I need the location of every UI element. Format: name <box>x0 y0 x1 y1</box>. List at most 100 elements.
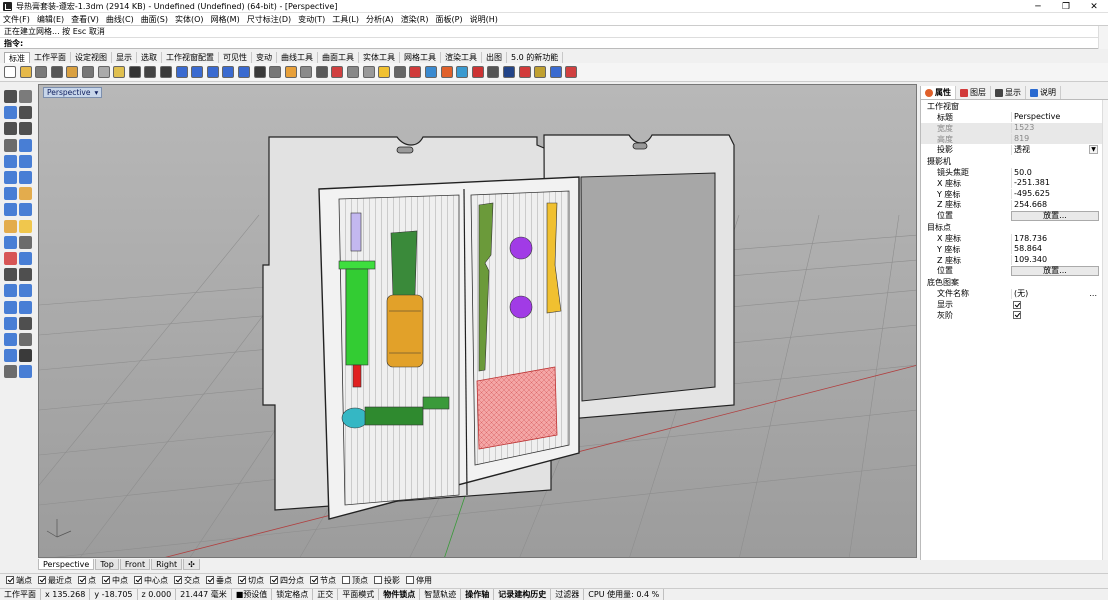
menu-item[interactable]: 曲面(S) <box>141 14 168 25</box>
show-icon[interactable] <box>425 66 438 78</box>
osnap-checkbox[interactable] <box>174 576 182 584</box>
toolbar-tab[interactable]: 选取 <box>137 52 162 63</box>
perspective-viewport[interactable]: Perspective ▾ <box>38 84 917 558</box>
box-icon[interactable] <box>4 187 17 201</box>
osnap-2[interactable]: 点 <box>78 575 96 586</box>
toolbar-tab[interactable]: 5.0 的新功能 <box>507 52 564 63</box>
toolbar-tab[interactable]: 渲染工具 <box>441 52 482 63</box>
grayscale-checkbox[interactable] <box>1013 311 1021 320</box>
osnap-checkbox[interactable] <box>270 576 278 584</box>
render-tool-icon[interactable] <box>4 365 17 379</box>
settings-gear-icon[interactable] <box>534 66 547 78</box>
status-item[interactable]: 正交 <box>313 588 339 600</box>
osnap-8[interactable]: 四分点 <box>270 575 304 586</box>
rectangle-icon[interactable] <box>4 138 17 152</box>
osnap-checkbox[interactable] <box>38 576 46 584</box>
filename-value[interactable]: (无)... <box>1011 288 1099 299</box>
menu-item[interactable]: 网格(M) <box>211 14 240 25</box>
osnap-checkbox[interactable] <box>78 576 86 584</box>
toolbar-tab[interactable]: 网格工具 <box>400 52 441 63</box>
tab-properties[interactable]: 属性 <box>921 86 956 99</box>
trim-icon[interactable] <box>4 268 17 282</box>
toolbar-tab[interactable]: 工作视窗配置 <box>162 52 219 63</box>
loft-icon[interactable] <box>19 203 32 217</box>
osnap-4[interactable]: 中心点 <box>134 575 168 586</box>
osnap-1[interactable]: 最近点 <box>38 575 72 586</box>
shade-sphere-icon[interactable] <box>487 66 500 78</box>
menu-item[interactable]: 曲线(C) <box>106 14 134 25</box>
projection-select[interactable]: 透视 ▼ <box>1011 144 1099 155</box>
curve-icon[interactable] <box>362 66 375 78</box>
zoom-icon[interactable] <box>175 66 188 78</box>
point-icon[interactable] <box>19 90 32 103</box>
close-button[interactable]: ✕ <box>1080 0 1108 13</box>
toolbar-tab[interactable]: 设定视图 <box>71 52 112 63</box>
save-icon[interactable] <box>35 66 48 78</box>
status-item[interactable]: 物件锁点 <box>379 588 421 600</box>
sphere-icon[interactable] <box>19 187 32 201</box>
text-icon[interactable] <box>4 284 17 298</box>
osnap-11[interactable]: 投影 <box>374 575 400 586</box>
camera-y-value[interactable]: -495.625 <box>1011 189 1099 200</box>
status-item[interactable]: CPU 使用量: 0.4 % <box>584 588 665 600</box>
material-icon[interactable] <box>440 66 453 78</box>
texture-icon[interactable] <box>518 66 531 78</box>
layer-icon[interactable] <box>284 66 297 78</box>
target-z-value[interactable]: 109.340 <box>1011 255 1099 266</box>
copy-tool-icon[interactable] <box>19 300 32 314</box>
split-icon[interactable] <box>19 268 32 282</box>
viewport-tab[interactable]: Right <box>151 558 183 570</box>
cut-icon[interactable] <box>81 66 94 78</box>
osnap-0[interactable]: 端点 <box>6 575 32 586</box>
tab-layers[interactable]: 图层 <box>956 86 991 99</box>
options-icon[interactable] <box>565 66 578 78</box>
command-scrollbar[interactable] <box>1098 26 1108 49</box>
group-icon[interactable] <box>19 365 32 379</box>
undo-icon[interactable] <box>128 66 141 78</box>
extrude-icon[interactable] <box>19 171 32 184</box>
toolbar-tab[interactable]: 实体工具 <box>359 52 400 63</box>
restore-button[interactable]: ❐ <box>1052 0 1080 13</box>
ellipse-icon[interactable] <box>19 138 32 152</box>
menu-item[interactable]: 尺寸标注(D) <box>247 14 291 25</box>
osnap-5[interactable]: 交点 <box>174 575 200 586</box>
menu-item[interactable]: 分析(A) <box>366 14 394 25</box>
arc-icon[interactable] <box>19 122 32 136</box>
osnap-checkbox[interactable] <box>238 576 246 584</box>
polygon-icon[interactable] <box>4 154 17 168</box>
menu-item[interactable]: 查看(V) <box>71 14 99 25</box>
select-arrow-icon[interactable] <box>4 90 17 103</box>
viewport-tab[interactable]: Top <box>95 558 119 570</box>
menu-item[interactable]: 编辑(E) <box>37 14 64 25</box>
command-prompt[interactable]: 指令: <box>0 37 1108 48</box>
explode-icon[interactable] <box>4 252 17 265</box>
panel-scrollbar[interactable] <box>1102 100 1108 560</box>
osnap-10[interactable]: 顶点 <box>342 575 368 586</box>
osnap-checkbox[interactable] <box>310 576 318 584</box>
camera-x-value[interactable]: -251.381 <box>1011 178 1099 189</box>
osnap-12[interactable]: 停用 <box>406 575 432 586</box>
osnap-checkbox[interactable] <box>206 576 214 584</box>
rendered-icon[interactable] <box>503 66 515 78</box>
minimize-button[interactable]: ─ <box>1024 0 1052 13</box>
menu-item[interactable]: 变动(T) <box>298 14 325 25</box>
new-file-icon[interactable] <box>4 66 16 78</box>
target-x-value[interactable]: 178.736 <box>1011 233 1099 244</box>
osnap-3[interactable]: 中点 <box>102 575 128 586</box>
scale-icon[interactable] <box>19 316 32 330</box>
mirror-icon[interactable] <box>19 333 32 346</box>
target-y-value[interactable]: 58.864 <box>1011 244 1099 255</box>
help-icon[interactable] <box>549 66 562 78</box>
toolbar-tab[interactable]: 显示 <box>112 52 137 63</box>
import-icon[interactable] <box>66 66 79 78</box>
viewport-tab[interactable]: Front <box>119 558 151 570</box>
title-value[interactable]: Perspective <box>1011 112 1099 123</box>
open-icon[interactable] <box>19 66 32 78</box>
copy-icon[interactable] <box>97 66 110 78</box>
surface-icon[interactable] <box>4 171 17 184</box>
select-icon[interactable] <box>315 66 328 78</box>
circle-icon[interactable] <box>4 122 17 136</box>
osnap-checkbox[interactable] <box>374 576 382 584</box>
camera-z-value[interactable]: 254.668 <box>1011 199 1099 210</box>
toolbar-tab[interactable]: 可见性 <box>219 52 252 63</box>
